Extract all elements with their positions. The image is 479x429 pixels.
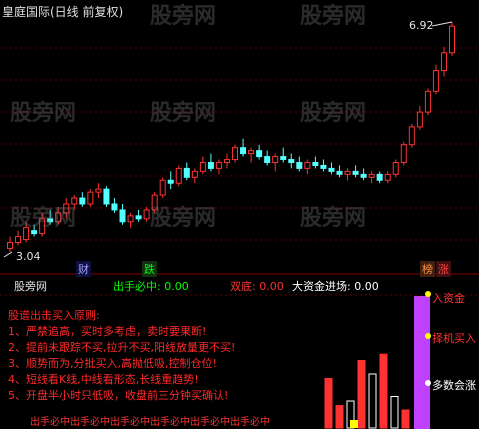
candle-body — [432, 70, 439, 92]
signal-label-2: 择机买入 — [432, 332, 476, 345]
rules-title: 股谱出击买入原则: — [8, 309, 100, 322]
candle-body — [127, 215, 134, 223]
candle-body — [408, 126, 415, 146]
candle-body — [207, 161, 214, 169]
candle-body — [183, 167, 190, 178]
candle-body — [135, 215, 142, 220]
candle-body — [7, 242, 13, 249]
indicator-name[interactable]: 股旁网 — [14, 278, 47, 294]
candle-body — [63, 203, 70, 214]
candle-body — [143, 209, 150, 220]
bottom-signal-text: 出手必中出手必中出手必中出手必中出手必中出手必中 — [30, 417, 270, 428]
candle-body — [344, 170, 351, 175]
candle-body — [288, 159, 295, 163]
candle-body — [119, 209, 126, 223]
event-tag-die[interactable]: 跌 — [142, 261, 157, 277]
candle-body — [15, 236, 22, 244]
indicator-value-1: 出手必中: 0.00 — [113, 280, 189, 293]
page-title: 皇庭国际(日线 前复权) — [2, 5, 124, 19]
candle-body — [264, 156, 271, 163]
candle-body — [272, 156, 279, 163]
candle-body — [424, 90, 431, 113]
candle-body — [55, 212, 62, 223]
price-high-label: 6.92 — [409, 19, 434, 32]
candle-body — [71, 197, 78, 205]
event-tag-zhang[interactable]: 涨 — [436, 261, 451, 277]
candle-body — [175, 167, 182, 184]
candle-body — [360, 173, 367, 178]
candle-body — [368, 173, 375, 178]
candle-body — [256, 150, 263, 158]
candle-body — [449, 25, 455, 54]
indicator-value-3: 大资金进场: 0.00 — [292, 280, 379, 293]
candle-body — [95, 188, 102, 193]
low-pointer — [3, 251, 13, 258]
candle-body — [336, 170, 343, 175]
rule-item-5: 5、开盘半小时只低吸，收盘前三分钟买确认! — [8, 389, 229, 402]
price-low-label: 3.04 — [16, 250, 41, 263]
candle-body — [384, 173, 391, 181]
candle-body — [352, 170, 359, 175]
candle-body — [39, 218, 46, 235]
candle-body — [111, 203, 118, 211]
candle-body — [296, 161, 303, 169]
candle-body — [376, 173, 383, 181]
candle-body — [103, 188, 110, 205]
candle-body — [304, 161, 311, 169]
candle-body — [328, 167, 335, 172]
candle-body — [199, 161, 206, 172]
candle-body — [215, 161, 222, 169]
candle-body — [167, 179, 174, 184]
candle-body — [191, 170, 198, 178]
signal-label-3: 多数会涨 — [432, 379, 476, 392]
rule-item-1: 1、严禁追高，买时多考虑，卖时要果断! — [8, 325, 207, 338]
candle-body — [87, 191, 94, 205]
indicator-value-2: 双底: 0.00 — [230, 280, 284, 293]
candle-body — [151, 194, 158, 211]
candle-body — [240, 147, 247, 155]
signal-label-1: 入资金 — [432, 292, 465, 305]
candle-body — [23, 227, 30, 241]
candle-body — [392, 161, 399, 175]
rule-item-4: 4、短线看K线,中线看形态,长线重趋势! — [8, 373, 199, 386]
candle-body — [280, 156, 287, 161]
candle-body — [79, 197, 86, 205]
candle-body — [320, 164, 327, 169]
rule-item-2: 2、提前未跟踪不买,拉升不买,阳线放量更不买! — [8, 341, 236, 354]
candle-body — [400, 144, 407, 163]
candle-body — [312, 161, 319, 166]
candle-body — [159, 179, 166, 196]
candle-body — [232, 147, 239, 161]
candle-body — [248, 150, 255, 155]
candle-body — [440, 52, 447, 72]
rule-item-3: 3、顺势而为,分批买入,高抛低吸,控制仓位! — [8, 357, 217, 370]
candle-body — [416, 111, 423, 128]
event-tag-cai[interactable]: 财 — [76, 261, 91, 277]
event-tag-bang[interactable]: 榜 — [420, 261, 435, 277]
candle-body — [223, 159, 230, 163]
candle-body — [47, 218, 54, 223]
candle-body — [31, 230, 38, 235]
